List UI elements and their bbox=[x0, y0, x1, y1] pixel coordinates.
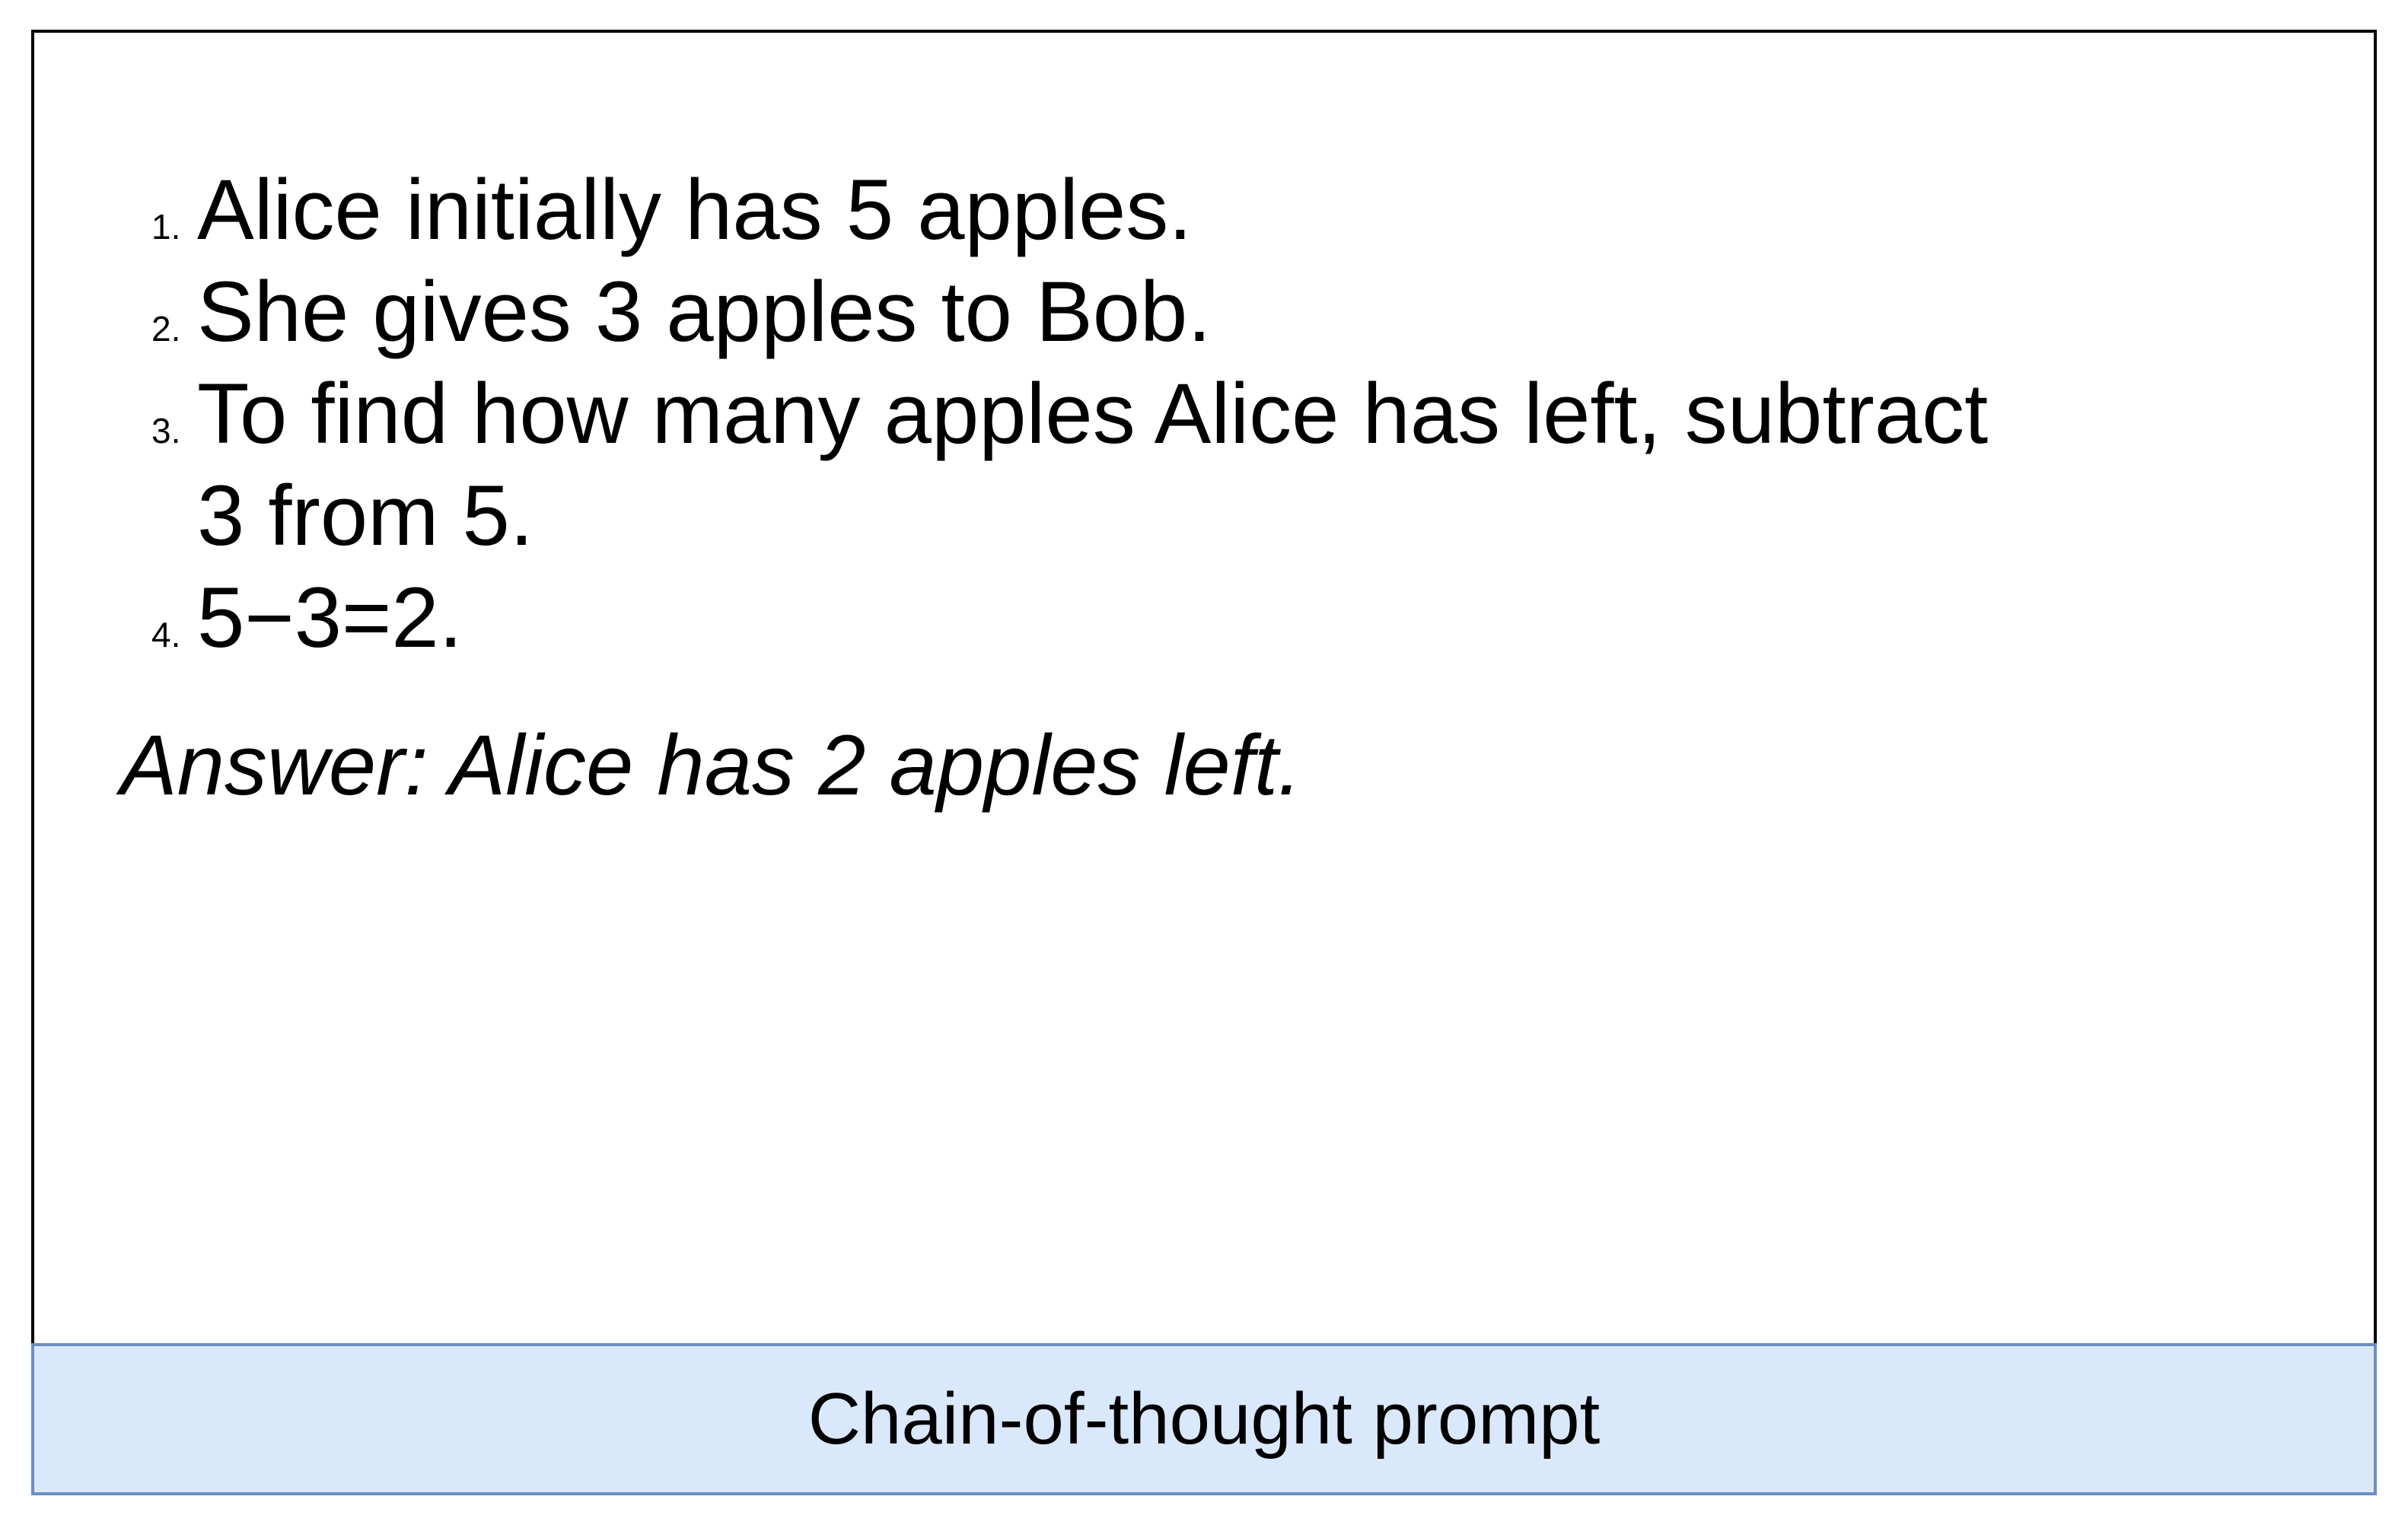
reasoning-step-4: 4. 5−3=2. bbox=[151, 567, 2024, 669]
reasoning-step-1: 1. Alice initially has 5 apples. bbox=[151, 159, 2024, 261]
answer-text: Answer: Alice has 2 apples left. bbox=[120, 718, 1302, 813]
step-text: To find how many apples Alice has left, … bbox=[197, 366, 1989, 563]
step-number: 1. bbox=[151, 207, 181, 247]
step-number: 3. bbox=[151, 411, 181, 450]
step-text: 5−3=2. bbox=[197, 570, 463, 665]
caption-label: Chain-of-thought prompt bbox=[807, 1378, 1601, 1460]
step-number: 4. bbox=[151, 615, 181, 654]
prompt-card: 1. Alice initially has 5 apples. 2. She … bbox=[31, 30, 2377, 1495]
step-number: 2. bbox=[151, 309, 181, 349]
step-text: She gives 3 apples to Bob. bbox=[197, 264, 1212, 359]
reasoning-step-3: 3. To find how many apples Alice has lef… bbox=[151, 363, 2024, 567]
step-text: Alice initially has 5 apples. bbox=[197, 162, 1193, 257]
reasoning-step-2: 2. She gives 3 apples to Bob. bbox=[151, 261, 2024, 363]
reasoning-steps-list: 1. Alice initially has 5 apples. 2. She … bbox=[151, 159, 2024, 669]
prompt-content: 1. Alice initially has 5 apples. 2. She … bbox=[34, 33, 2374, 1343]
caption-bar: Chain-of-thought prompt bbox=[31, 1343, 2377, 1495]
